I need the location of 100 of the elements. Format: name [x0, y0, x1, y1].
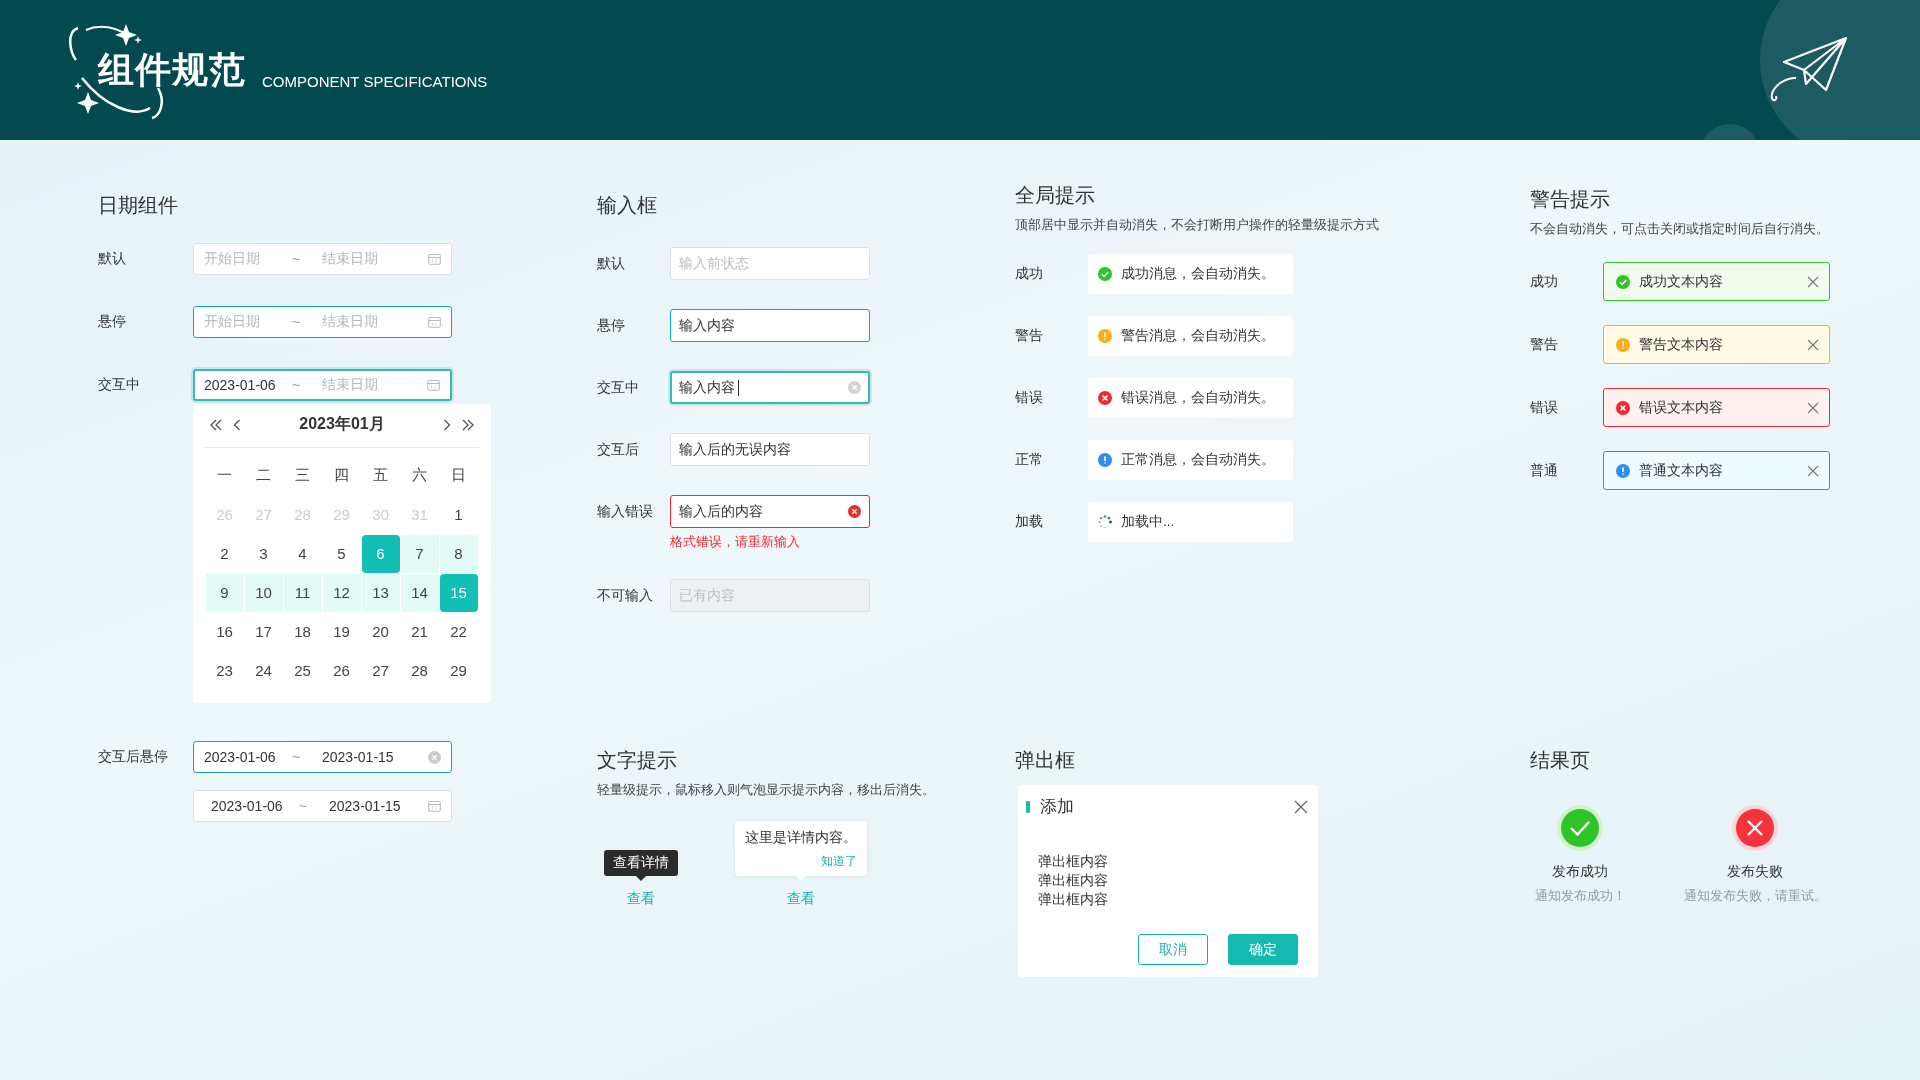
calendar-day[interactable]: 24: [244, 651, 283, 690]
calendar-day[interactable]: 21: [400, 612, 439, 651]
result-message: 通知发布成功！: [1534, 887, 1626, 905]
alert-text: 普通文本内容: [1639, 461, 1723, 480]
double-chevron-right-icon[interactable]: [461, 418, 475, 431]
calendar-day[interactable]: 19: [322, 612, 361, 651]
section-title: 输入框: [597, 193, 657, 218]
calendar-day[interactable]: 27: [361, 651, 400, 690]
calendar-icon: [428, 800, 441, 812]
close-icon[interactable]: [1807, 338, 1819, 351]
error-icon[interactable]: [848, 505, 861, 518]
row-label: 不可输入: [597, 586, 654, 605]
section-description: 顶部居中显示并自动消失，不会打断用户操作的轻量级提示方式: [1015, 216, 1379, 234]
row-label: 加载: [1015, 513, 1044, 531]
section-title: 日期组件: [98, 193, 178, 218]
calendar-icon: [428, 253, 441, 265]
calendar-day[interactable]: 11: [283, 573, 322, 612]
result-title: 发布成功: [1552, 863, 1608, 881]
row-label: 普通: [1530, 461, 1559, 480]
chevron-right-icon[interactable]: [443, 418, 451, 431]
row-label: 默认: [597, 254, 626, 273]
calendar-day[interactable]: 12: [322, 573, 361, 612]
error-circle-icon: [1616, 400, 1630, 415]
close-icon[interactable]: [1807, 401, 1819, 414]
calendar-icon: [427, 379, 440, 391]
close-icon[interactable]: [1294, 799, 1308, 814]
calendar-day[interactable]: 7: [400, 534, 439, 573]
weekday-label: 六: [411, 465, 428, 485]
calendar-day[interactable]: 13: [361, 573, 400, 612]
calendar-day[interactable]: 20: [361, 612, 400, 651]
date-range-field[interactable]: 2023-01-06 ~ 2023-01-15: [193, 741, 452, 773]
calendar-day[interactable]: 22: [439, 612, 478, 651]
row-label: 警告: [1530, 335, 1559, 354]
calendar-day[interactable]: 2: [205, 534, 244, 573]
exclamation-circle-icon: [1098, 329, 1112, 343]
double-chevron-left-icon[interactable]: [209, 418, 223, 431]
section-description: 轻量级提示，鼠标移入则气泡显示提示内容，移出后消失。: [597, 781, 935, 799]
toast-text: 错误消息，会自动消失。: [1121, 389, 1275, 407]
calendar-day[interactable]: 25: [283, 651, 322, 690]
chevron-left-icon[interactable]: [233, 418, 241, 431]
row-label: 交互中: [98, 376, 141, 394]
date-range-field[interactable]: 2023-01-06 ~ 结束日期: [193, 369, 452, 401]
calendar-day[interactable]: 28: [400, 651, 439, 690]
calendar-day[interactable]: 16: [205, 612, 244, 651]
toast-text: 警告消息，会自动消失。: [1121, 327, 1275, 345]
calendar-day[interactable]: 3: [244, 534, 283, 573]
check-circle-icon: [1098, 267, 1112, 281]
calendar-day[interactable]: 18: [283, 612, 322, 651]
calendar-day[interactable]: 1: [439, 495, 478, 534]
date-range-field[interactable]: 2023-01-06 ~ 2023-01-15: [193, 790, 452, 822]
calendar-day[interactable]: 17: [244, 612, 283, 651]
row-label: 错误: [1530, 398, 1559, 417]
row-label: 交互中: [597, 378, 640, 397]
page-subtitle: COMPONENT SPECIFICATIONS: [262, 72, 488, 90]
weekday-label: 二: [255, 465, 272, 485]
exclamation-circle-icon: [1616, 337, 1630, 352]
calendar-day[interactable]: 10: [244, 573, 283, 612]
weekday-label: 五: [372, 465, 389, 485]
calendar-day[interactable]: 8: [439, 534, 478, 573]
calendar-day[interactable]: 14: [400, 573, 439, 612]
weekday-label: 日: [450, 465, 467, 485]
calendar-day[interactable]: 5: [322, 534, 361, 573]
calendar-day[interactable]: 23: [205, 651, 244, 690]
popover-text: 这里是详情内容。: [745, 829, 857, 847]
error-message: 格式错误，请重新输入: [670, 533, 800, 551]
input-field[interactable]: 输入后的无误内容: [670, 433, 870, 466]
calendar-day[interactable]: 9: [205, 573, 244, 612]
pointer-arrow: [636, 876, 646, 881]
calendar-day[interactable]: 29: [439, 651, 478, 690]
section-title: 文字提示: [597, 748, 677, 773]
result-message: 通知发布失败，请重试。: [1683, 887, 1827, 905]
input-field[interactable]: 输入后的内容: [670, 495, 870, 528]
calendar-day[interactable]: 26: [322, 651, 361, 690]
row-label: 交互后悬停: [98, 748, 169, 766]
toast-text: 成功消息，会自动消失。: [1121, 265, 1275, 283]
dialog-text: 弹出框内容: [1038, 872, 1108, 890]
accent-bar: [1026, 800, 1030, 813]
dialog-title: 添加: [1040, 796, 1074, 818]
alert-text: 错误文本内容: [1639, 398, 1723, 417]
row-label: 交互后: [597, 440, 640, 459]
row-label: 悬停: [597, 316, 626, 335]
row-label: 成功: [1530, 272, 1559, 291]
row-label: 输入错误: [597, 502, 654, 521]
close-icon[interactable]: [1807, 464, 1819, 477]
calendar-icon: [428, 316, 441, 328]
calendar-title: 2023年01月: [298, 414, 386, 434]
result-title: 发布失败: [1727, 863, 1783, 881]
row-label: 正常: [1015, 451, 1044, 469]
weekday-label: 四: [333, 465, 350, 485]
alert-text: 成功文本内容: [1639, 272, 1723, 291]
exclamation-circle-icon: [1098, 453, 1112, 467]
dialog-text: 弹出框内容: [1038, 891, 1108, 909]
calendar-day[interactable]: 4: [283, 534, 322, 573]
row-label: 成功: [1015, 265, 1044, 283]
close-icon[interactable]: [1807, 275, 1819, 288]
check-circle-icon: [1616, 274, 1630, 289]
input-field[interactable]: 输入内容: [670, 371, 870, 404]
input-field[interactable]: 输入内容: [670, 309, 870, 342]
section-title: 全局提示: [1015, 183, 1095, 208]
row-label: 默认: [98, 250, 127, 268]
